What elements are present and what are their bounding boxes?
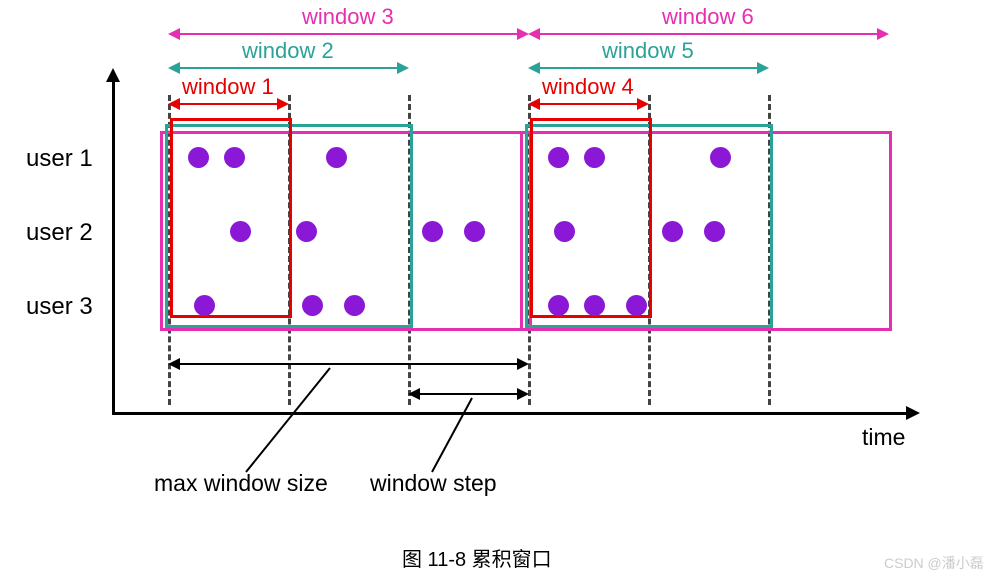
leader-lines [0, 0, 997, 579]
maxwindow-label: max window size [154, 470, 328, 497]
watermark: CSDN @潘小磊 [884, 553, 984, 573]
figure-caption: 图 11-8 累积窗口 [402, 543, 552, 572]
diagram-canvas: time user 1 user 2 user 3 wind [0, 0, 997, 579]
windowstep-label: window step [370, 470, 497, 497]
